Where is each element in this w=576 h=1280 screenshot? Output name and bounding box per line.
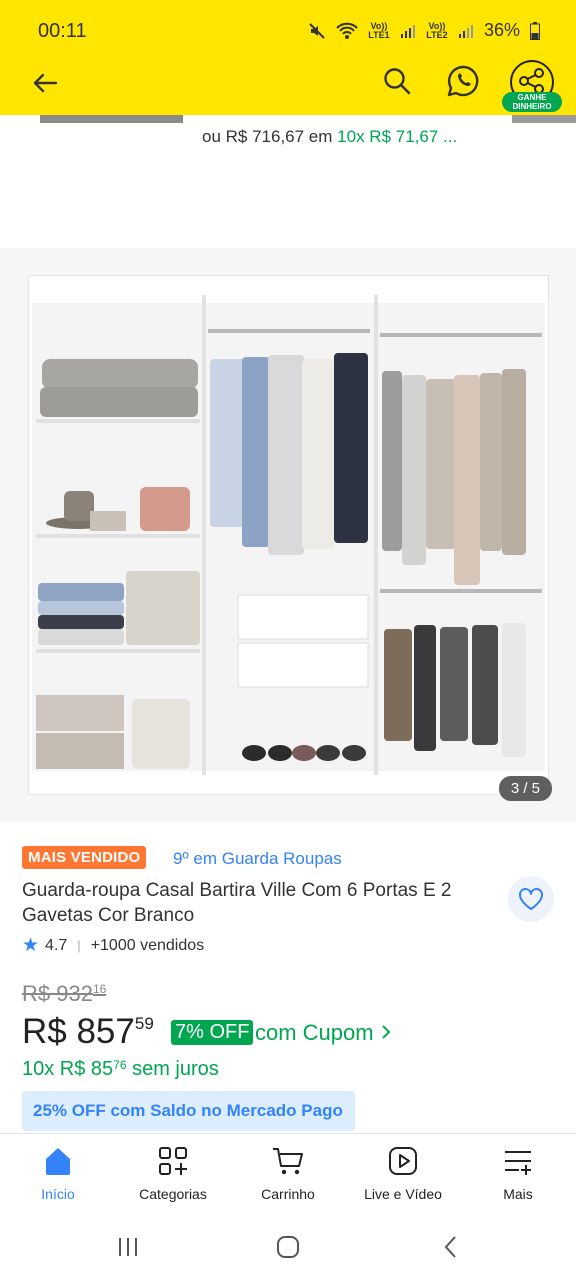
whatsapp-icon[interactable] bbox=[446, 64, 480, 98]
promo-banner[interactable]: 25% OFF com Saldo no Mercado Pago bbox=[22, 1091, 355, 1131]
signal-icon bbox=[400, 24, 415, 38]
wifi-icon bbox=[336, 22, 358, 39]
installment-line: ou R$ 716,67 em 10x R$ 71,67 ... bbox=[202, 127, 457, 147]
battery-icon bbox=[530, 21, 540, 40]
product-page: 00:11 Vo)) LTE1 Vo)) LTE2 36% GANHE DINH… bbox=[0, 0, 576, 1280]
lte1-label: Vo)) LTE1 bbox=[368, 20, 390, 40]
installment-highlight[interactable]: 10x R$ 71,67 ... bbox=[337, 127, 457, 146]
header: 00:11 Vo)) LTE1 Vo)) LTE2 36% GANHE DINH… bbox=[0, 0, 576, 115]
old-price-cents: 16 bbox=[92, 982, 107, 996]
chevron-right-icon bbox=[382, 1025, 391, 1039]
app-bar: GANHE DINHEIRO bbox=[0, 60, 576, 115]
earn-money-button[interactable]: GANHE DINHEIRO bbox=[502, 60, 562, 112]
coupon-link-label: com Cupom bbox=[255, 1020, 374, 1045]
nav-label: Início bbox=[41, 1186, 75, 1202]
category-rank-link[interactable]: 9º em Guarda Roupas bbox=[173, 849, 342, 869]
installments-suffix: sem juros bbox=[132, 1058, 219, 1080]
rating-row[interactable]: ★ 4.7 | +1000 vendidos bbox=[22, 934, 204, 957]
nav-item-inicio[interactable]: Início bbox=[3, 1144, 113, 1202]
search-icon[interactable] bbox=[382, 66, 412, 96]
heart-icon bbox=[519, 888, 543, 910]
lte2-label: Vo)) LTE2 bbox=[426, 20, 448, 40]
status-bar: 00:11 Vo)) LTE1 Vo)) LTE2 36% bbox=[0, 0, 576, 60]
favorite-button[interactable] bbox=[508, 876, 554, 922]
divider: | bbox=[77, 938, 81, 953]
wardrobe-image bbox=[28, 275, 549, 795]
categories-icon bbox=[159, 1147, 187, 1175]
price-cents: 59 bbox=[134, 1014, 154, 1033]
nav-item-mais[interactable]: Mais bbox=[463, 1144, 573, 1202]
nav-label: Carrinho bbox=[261, 1186, 315, 1202]
back-arrow-icon[interactable] bbox=[30, 68, 60, 98]
image-counter: 3 / 5 bbox=[498, 776, 552, 801]
cart-icon bbox=[273, 1148, 303, 1175]
installment-prefix: ou R$ 716,67 em bbox=[202, 127, 333, 146]
earn-badge: GANHE DINHEIRO bbox=[502, 92, 562, 112]
coupon-link[interactable]: com Cupom bbox=[255, 1020, 392, 1046]
nav-label: Live e Vídeo bbox=[364, 1186, 442, 1202]
nav-item-live-video[interactable]: Live e Vídeo bbox=[348, 1144, 458, 1202]
previous-thumbnail bbox=[40, 115, 183, 123]
old-price: R$ 93216 bbox=[22, 981, 106, 1007]
home-icon bbox=[46, 1148, 70, 1175]
system-icons: Vo)) LTE1 Vo)) LTE2 36% bbox=[308, 20, 540, 41]
current-price: R$ 85759 bbox=[22, 1012, 154, 1052]
nav-label: Mais bbox=[503, 1186, 533, 1202]
rating-value: 4.7 bbox=[45, 936, 68, 954]
menu-more-icon bbox=[505, 1151, 531, 1175]
back-system-icon[interactable] bbox=[440, 1235, 464, 1259]
installments-text: 10x R$ 8576 sem juros bbox=[22, 1058, 219, 1081]
home-system-icon[interactable] bbox=[276, 1235, 300, 1259]
price-main: R$ 857 bbox=[22, 1012, 135, 1051]
old-price-main: R$ 932 bbox=[22, 981, 93, 1006]
system-navigation bbox=[0, 1215, 576, 1280]
discount-badge: 7% OFF bbox=[171, 1020, 254, 1045]
video-icon bbox=[389, 1147, 417, 1175]
next-thumbnail bbox=[512, 115, 576, 123]
signal-icon bbox=[458, 24, 473, 38]
nav-label: Categorias bbox=[139, 1186, 207, 1202]
recent-apps-icon[interactable] bbox=[116, 1235, 140, 1259]
best-seller-badge: MAIS VENDIDO bbox=[22, 846, 147, 869]
battery-level: 36% bbox=[483, 20, 520, 40]
installments-cents: 76 bbox=[113, 1058, 127, 1072]
nav-item-categorias[interactable]: Categorias bbox=[118, 1144, 228, 1202]
star-icon: ★ bbox=[22, 935, 40, 956]
bottom-navigation: Início Categorias Carrinho Live e Vídeo … bbox=[0, 1133, 576, 1215]
product-gallery[interactable]: 3 / 5 bbox=[0, 248, 576, 822]
status-time: 00:11 bbox=[38, 20, 87, 42]
mute-icon bbox=[309, 22, 325, 39]
sold-count: +1000 vendidos bbox=[90, 936, 205, 954]
installments-main: 10x R$ 85 bbox=[22, 1058, 114, 1080]
product-title: Guarda-roupa Casal Bartira Ville Com 6 P… bbox=[22, 880, 452, 926]
nav-item-carrinho[interactable]: Carrinho bbox=[233, 1144, 343, 1202]
